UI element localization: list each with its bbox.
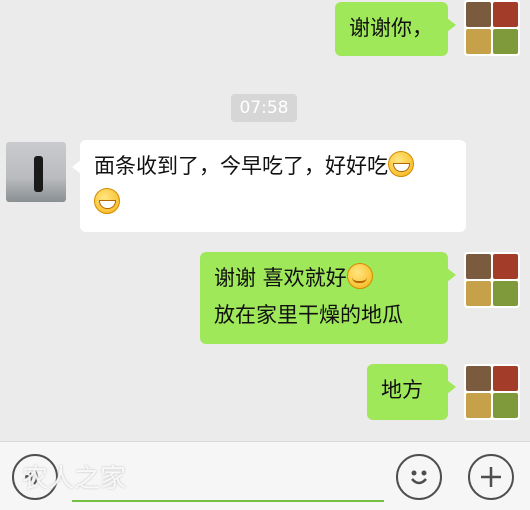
contact-figure [34, 156, 43, 192]
voice-icon [25, 469, 38, 485]
emoji-button[interactable] [396, 454, 442, 500]
grin-emoji-icon [388, 151, 414, 177]
chat-area: 谢谢你， 07:58 面条收到了，今早吃了，好好吃 谢谢 喜欢就好 放在家里干燥… [0, 0, 530, 441]
contact-avatar[interactable] [6, 142, 66, 202]
message-bubble-me[interactable]: 谢谢 喜欢就好 放在家里干燥的地瓜 [200, 252, 456, 344]
emoji-face-icon [411, 470, 427, 485]
voice-button[interactable] [12, 454, 58, 500]
message-input-wrapper[interactable] [72, 456, 388, 502]
message-bubble-other[interactable]: 面条收到了，今早吃了，好好吃 [72, 140, 466, 232]
timestamp: 07:58 [231, 94, 297, 122]
message-text: 地方 [381, 378, 423, 402]
message-bubble-me[interactable]: 地方 [367, 364, 456, 420]
my-avatar[interactable] [464, 364, 520, 420]
message-input[interactable] [72, 456, 388, 502]
add-button[interactable] [468, 454, 514, 500]
plus-icon [481, 467, 501, 487]
my-avatar[interactable] [464, 0, 520, 56]
message-text: 放在家里干燥的地瓜 [214, 303, 403, 327]
grin-emoji-icon [94, 188, 120, 214]
message-text: 谢谢你， [349, 16, 433, 40]
smile-emoji-icon [346, 263, 373, 289]
message-text: 面条收到了，今早吃了，好好吃 [94, 154, 388, 178]
my-avatar[interactable] [464, 252, 520, 308]
input-toolbar: 农人之家 [0, 441, 530, 510]
message-bubble-me[interactable]: 谢谢你， [335, 2, 456, 56]
message-text: 谢谢 喜欢就好 [214, 266, 347, 290]
